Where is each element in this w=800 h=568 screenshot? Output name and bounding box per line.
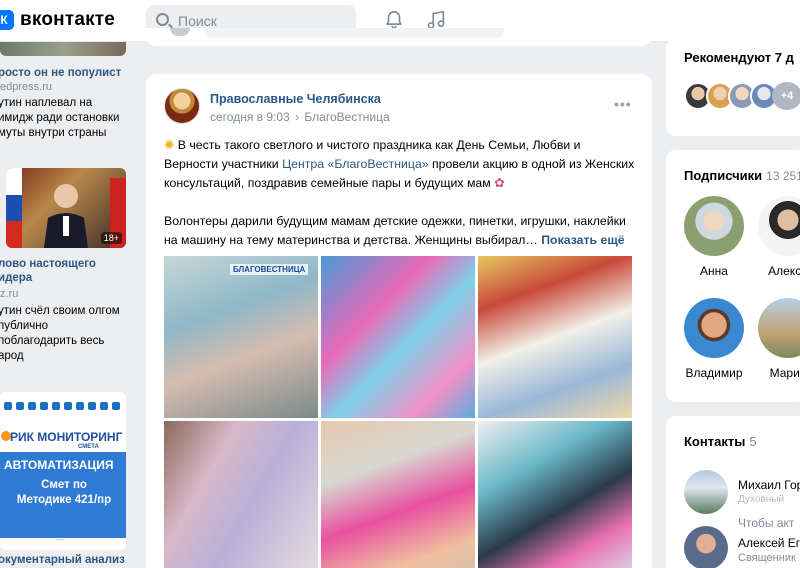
avatar[interactable] — [684, 298, 744, 358]
news-title[interactable]: росто он не популист — [0, 66, 128, 80]
contact-name[interactable]: Алексей Ег — [738, 536, 800, 550]
ad-headline: АВТОМАТИЗАЦИЯ — [4, 458, 114, 472]
group-avatar[interactable] — [164, 88, 200, 124]
photo-sign-text: БЛАГОВЕСТНИЦА — [230, 264, 309, 275]
previous-post-bottom — [146, 28, 652, 46]
ad-subline: Смет по Методике 421/пр — [16, 479, 112, 506]
subscribers-count: 13 251 — [766, 169, 800, 183]
post-time[interactable]: сегодня в 9:03 — [210, 110, 290, 124]
subscribers-title[interactable]: Подписчики 13 251 — [684, 168, 800, 183]
subscriber-name[interactable]: Анна — [679, 264, 749, 278]
feed-post: Православные Челябинска сегодня в 9:03 ›… — [146, 74, 652, 568]
post-photo[interactable] — [321, 421, 475, 568]
more-avatars-count[interactable]: +4 — [772, 82, 800, 110]
contacts-card: Контакты 5 Михаил Гор Духовный Чтобы акт … — [666, 416, 800, 568]
avatar[interactable] — [684, 196, 744, 256]
news-source[interactable]: z.ru — [0, 288, 18, 300]
avatar[interactable] — [684, 470, 728, 514]
source-arrow-icon: › — [295, 110, 300, 124]
subscribers-card: Подписчики13 251 Анна Алексе Владимир Ма… — [666, 150, 800, 402]
ad-brand-sub: СМЕТА — [78, 444, 99, 450]
sun-emoji-icon: ✺ — [164, 138, 175, 152]
ellipsis: … — [525, 233, 538, 247]
news-thumbnail[interactable] — [0, 42, 126, 56]
news-title[interactable]: окументарный анализ — [0, 554, 125, 566]
post-photo[interactable] — [321, 256, 475, 418]
left-news-column: росто он не популист edpress.ru утин нап… — [0, 42, 128, 568]
avatar[interactable] — [758, 298, 800, 358]
post-source[interactable]: БлагоВестница — [304, 110, 389, 124]
contacts-title[interactable]: Контакты 5 — [684, 434, 757, 449]
subscriber-name[interactable]: Алексе — [753, 264, 800, 278]
search-icon — [156, 13, 169, 26]
ad-brand: РИК МОНИТОРИНГ — [10, 430, 123, 444]
post-link[interactable]: Центра «БлагоВестница» — [282, 157, 429, 171]
post-photo[interactable] — [164, 421, 318, 568]
vk-logo-icon[interactable]: К — [0, 10, 14, 30]
avatar[interactable] — [758, 196, 800, 256]
photo-grid: БЛАГОВЕСТНИЦА — [164, 256, 634, 568]
more-icon[interactable]: ••• — [614, 96, 632, 112]
contacts-label: Контакты — [684, 434, 746, 449]
vk-logo-text[interactable]: вконтакте — [20, 9, 115, 31]
age-badge: 18+ — [100, 232, 122, 244]
show-more-link[interactable]: Показать ещё — [541, 233, 624, 247]
post-meta: сегодня в 9:03 › БлагоВестница — [210, 110, 390, 124]
news-photo[interactable]: 18+ — [6, 168, 126, 248]
subscribers-label: Подписчики — [684, 168, 763, 183]
ad-dots: ... — [56, 532, 65, 543]
subscriber-name[interactable]: Владимир — [679, 366, 749, 380]
contact-subtitle: Священник — [738, 552, 796, 564]
contact-subtitle: Чтобы акт — [738, 516, 795, 530]
recommend-title[interactable]: Рекомендуют 7 д — [684, 50, 794, 65]
post-photo[interactable] — [478, 256, 632, 418]
recommend-card: Рекомендуют 7 д +4 — [666, 38, 800, 136]
news-title[interactable]: лово настоящего идера — [0, 257, 128, 285]
avatar[interactable] — [684, 526, 728, 568]
news-snippet[interactable]: утин наплевал на имидж ради остановки му… — [0, 96, 128, 141]
contacts-count: 5 — [749, 434, 757, 449]
news-source[interactable]: edpress.ru — [0, 81, 52, 93]
contact-name[interactable]: Михаил Гор — [738, 478, 800, 492]
ad-banner[interactable]: РИК МОНИТОРИНГ СМЕТА АВТОМАТИЗАЦИЯ Смет … — [0, 392, 126, 550]
contact-subtitle: Духовный — [738, 494, 785, 505]
post-photo[interactable] — [478, 421, 632, 568]
post-author[interactable]: Православные Челябинска — [210, 92, 381, 106]
post-text: ✺ В честь такого светлого и чистого праз… — [164, 136, 636, 250]
flower-emoji-icon: ✿ — [494, 176, 505, 190]
news-snippet[interactable]: утин счёл своим олгом публично поблагода… — [0, 304, 128, 364]
subscriber-name[interactable]: Марин — [753, 366, 800, 380]
post-photo[interactable]: БЛАГОВЕСТНИЦА — [164, 256, 318, 418]
